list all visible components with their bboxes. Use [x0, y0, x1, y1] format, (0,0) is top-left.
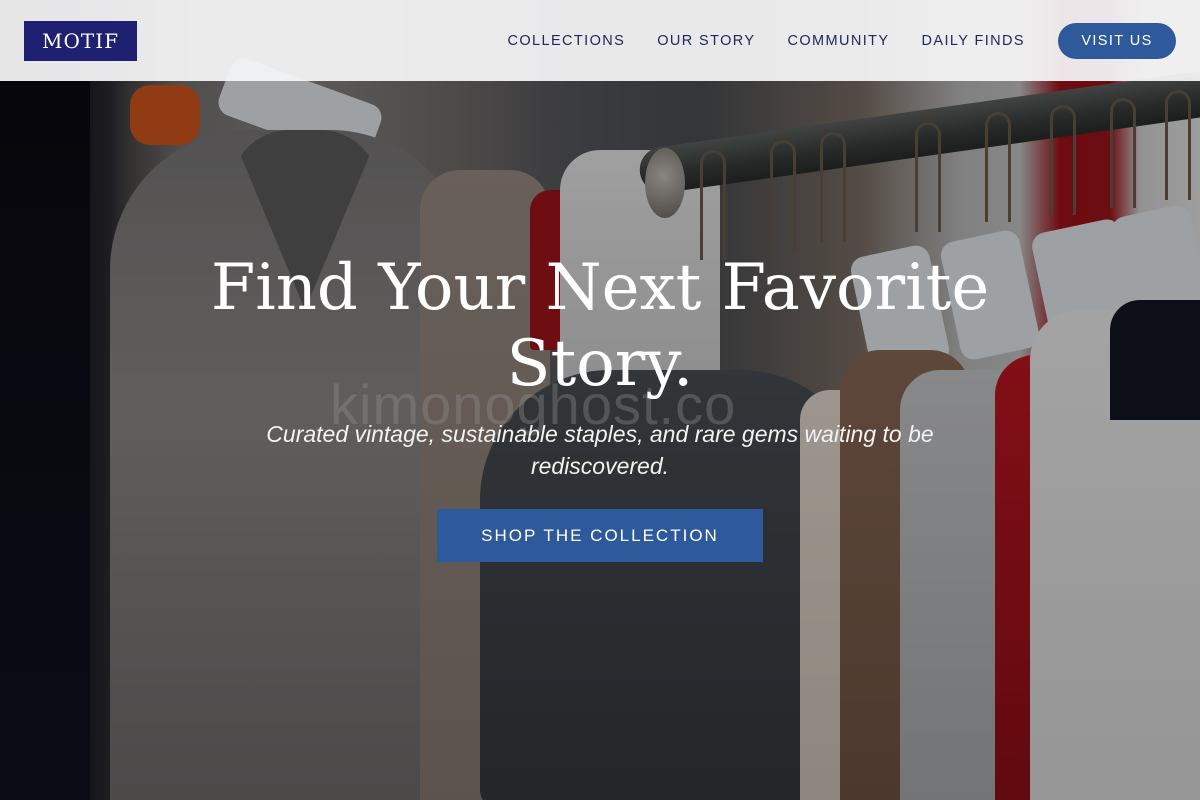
site-header: MOTIF COLLECTIONS OUR STORY COMMUNITY DA… — [0, 0, 1200, 81]
shop-collection-button[interactable]: SHOP THE COLLECTION — [437, 509, 763, 562]
visit-us-button[interactable]: VISIT US — [1058, 22, 1176, 59]
hero-subtitle: Curated vintage, sustainable staples, an… — [266, 421, 934, 479]
nav-link-our-story[interactable]: OUR STORY — [657, 33, 755, 49]
brand-logo-text: MOTIF — [42, 28, 119, 53]
nav-link-collections[interactable]: COLLECTIONS — [507, 33, 625, 49]
main-nav: COLLECTIONS OUR STORY COMMUNITY DAILY FI… — [507, 33, 1025, 49]
nav-link-daily-finds[interactable]: DAILY FINDS — [922, 33, 1026, 49]
brand-logo[interactable]: MOTIF — [24, 20, 137, 61]
hero-title: Find Your Next Favorite Story. — [210, 251, 990, 401]
nav-link-community[interactable]: COMMUNITY — [787, 33, 889, 49]
